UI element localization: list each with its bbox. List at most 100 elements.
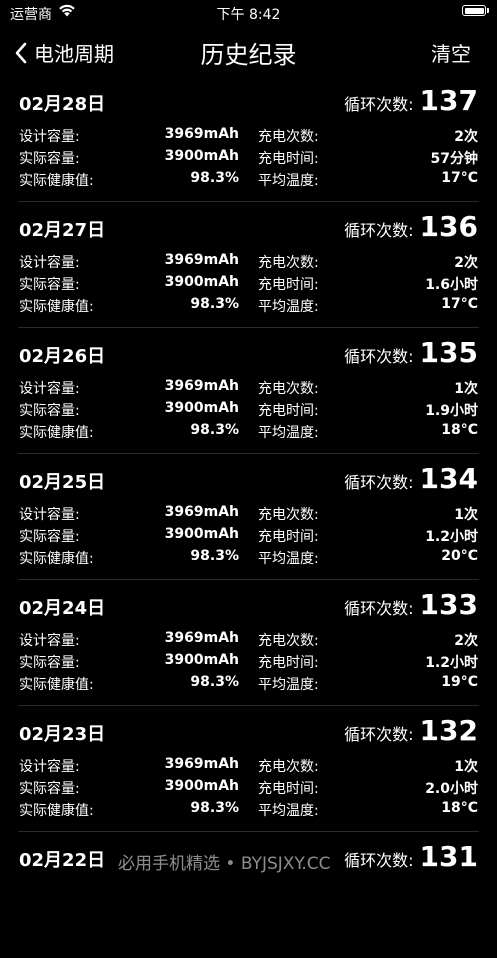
history-record: 02月28日 循环次数: 137 设计容量: 3969mAh 充电次数: 2次 实际容… xyxy=(0,76,497,202)
health-label: 实际健康值: xyxy=(19,551,94,567)
cycle-label: 循环次数: xyxy=(344,851,414,870)
avg-temp-value: 18°C xyxy=(441,800,478,816)
health-value: 98.3% xyxy=(190,800,239,816)
charge-time-label: 充电时间: xyxy=(258,277,319,293)
cycle-value: 135 xyxy=(419,336,478,369)
history-list: 02月28日 循环次数: 137 设计容量: 3969mAh 充电次数: 2次 实际容… xyxy=(0,76,497,958)
avg-temp-label: 平均温度: xyxy=(258,551,319,567)
actual-capacity-label: 实际容量: xyxy=(19,655,80,671)
page-title: 历史纪录 xyxy=(200,41,297,69)
history-record: 02月25日 循环次数: 134 设计容量: 3969mAh 充电次数: 1次 实际容… xyxy=(0,454,497,580)
design-capacity-label: 设计容量: xyxy=(19,255,80,271)
charge-time-value: 1.2小时 xyxy=(425,529,478,545)
health-label: 实际健康值: xyxy=(19,173,94,189)
record-date: 02月27日 xyxy=(19,220,106,241)
record-date: 02月26日 xyxy=(19,346,106,367)
battery-icon xyxy=(462,5,486,16)
actual-capacity-value: 3900mAh xyxy=(164,652,239,668)
charge-count-label: 充电次数: xyxy=(258,759,319,775)
actual-capacity-label: 实际容量: xyxy=(19,781,80,797)
status-bar: 运营商 下午 8:42 xyxy=(0,0,497,26)
status-time: 下午 8:42 xyxy=(216,7,281,23)
actual-capacity-value: 3900mAh xyxy=(164,400,239,416)
record-cycle: 循环次数: 134 xyxy=(344,462,478,495)
history-record: 02月24日 循环次数: 133 设计容量: 3969mAh 充电次数: 2次 实际容… xyxy=(0,580,497,706)
health-value: 98.3% xyxy=(190,422,239,438)
avg-temp-label: 平均温度: xyxy=(258,299,319,315)
design-capacity-label: 设计容量: xyxy=(19,759,80,775)
record-cycle: 循环次数: 131 xyxy=(344,840,478,873)
health-value: 98.3% xyxy=(190,674,239,690)
record-cycle: 循环次数: 135 xyxy=(344,336,478,369)
avg-temp-label: 平均温度: xyxy=(258,803,319,819)
design-capacity-label: 设计容量: xyxy=(19,507,80,523)
record-cycle: 循环次数: 133 xyxy=(344,588,478,621)
record-date: 02月22日 xyxy=(19,850,106,871)
health-value: 98.3% xyxy=(190,170,239,186)
health-label: 实际健康值: xyxy=(19,425,94,441)
cycle-label: 循环次数: xyxy=(344,725,414,744)
cycle-label: 循环次数: xyxy=(344,221,414,240)
health-label: 实际健康值: xyxy=(19,677,94,693)
design-capacity-label: 设计容量: xyxy=(19,633,80,649)
charge-count-value: 2次 xyxy=(454,129,478,145)
design-capacity-value: 3969mAh xyxy=(164,126,239,142)
avg-temp-value: 17°C xyxy=(441,296,478,312)
actual-capacity-value: 3900mAh xyxy=(164,148,239,164)
avg-temp-label: 平均温度: xyxy=(258,173,319,189)
charge-count-label: 充电次数: xyxy=(258,507,319,523)
charge-time-value: 57分钟 xyxy=(430,151,478,167)
charge-time-value: 1.9小时 xyxy=(425,403,478,419)
record-date: 02月28日 xyxy=(19,94,106,115)
actual-capacity-label: 实际容量: xyxy=(19,277,80,293)
history-record: 02月23日 循环次数: 132 设计容量: 3969mAh 充电次数: 1次 实际容… xyxy=(0,706,497,832)
charge-count-value: 1次 xyxy=(454,381,478,397)
cycle-value: 134 xyxy=(419,462,478,495)
charge-count-label: 充电次数: xyxy=(258,381,319,397)
design-capacity-value: 3969mAh xyxy=(164,756,239,772)
health-label: 实际健康值: xyxy=(19,299,94,315)
cycle-label: 循环次数: xyxy=(344,473,414,492)
cycle-value: 137 xyxy=(419,84,478,117)
design-capacity-label: 设计容量: xyxy=(19,381,80,397)
avg-temp-label: 平均温度: xyxy=(258,425,319,441)
charge-count-label: 充电次数: xyxy=(258,129,319,145)
health-value: 98.3% xyxy=(190,548,239,564)
charge-count-label: 充电次数: xyxy=(258,633,319,649)
record-cycle: 循环次数: 132 xyxy=(344,714,478,747)
actual-capacity-value: 3900mAh xyxy=(164,274,239,290)
charge-count-label: 充电次数: xyxy=(258,255,319,271)
clear-button[interactable]: 清空 xyxy=(431,38,471,67)
charge-time-label: 充电时间: xyxy=(258,403,319,419)
charge-count-value: 2次 xyxy=(454,633,478,649)
cycle-value: 131 xyxy=(419,840,478,873)
charge-count-value: 1次 xyxy=(454,759,478,775)
charge-time-label: 充电时间: xyxy=(258,781,319,797)
cycle-value: 133 xyxy=(419,588,478,621)
charge-time-label: 充电时间: xyxy=(258,655,319,671)
cycle-label: 循环次数: xyxy=(344,599,414,618)
record-date: 02月24日 xyxy=(19,598,106,619)
actual-capacity-label: 实际容量: xyxy=(19,529,80,545)
design-capacity-value: 3969mAh xyxy=(164,630,239,646)
actual-capacity-value: 3900mAh xyxy=(164,526,239,542)
nav-bar: 电池周期 历史纪录 清空 xyxy=(0,26,497,76)
watermark: 必用手机精选 • BYJSJXY.CC xyxy=(118,854,331,874)
health-value: 98.3% xyxy=(190,296,239,312)
cycle-value: 136 xyxy=(419,210,478,243)
design-capacity-value: 3969mAh xyxy=(164,504,239,520)
record-date: 02月25日 xyxy=(19,472,106,493)
avg-temp-value: 18°C xyxy=(441,422,478,438)
actual-capacity-label: 实际容量: xyxy=(19,151,80,167)
charge-count-value: 1次 xyxy=(454,507,478,523)
charge-time-value: 2.0小时 xyxy=(425,781,478,797)
design-capacity-value: 3969mAh xyxy=(164,378,239,394)
charge-count-value: 2次 xyxy=(454,255,478,271)
actual-capacity-label: 实际容量: xyxy=(19,403,80,419)
record-cycle: 循环次数: 136 xyxy=(344,210,478,243)
health-label: 实际健康值: xyxy=(19,803,94,819)
history-record: 02月27日 循环次数: 136 设计容量: 3969mAh 充电次数: 2次 实际容… xyxy=(0,202,497,328)
charge-time-label: 充电时间: xyxy=(258,529,319,545)
avg-temp-value: 20°C xyxy=(441,548,478,564)
cycle-label: 循环次数: xyxy=(344,347,414,366)
